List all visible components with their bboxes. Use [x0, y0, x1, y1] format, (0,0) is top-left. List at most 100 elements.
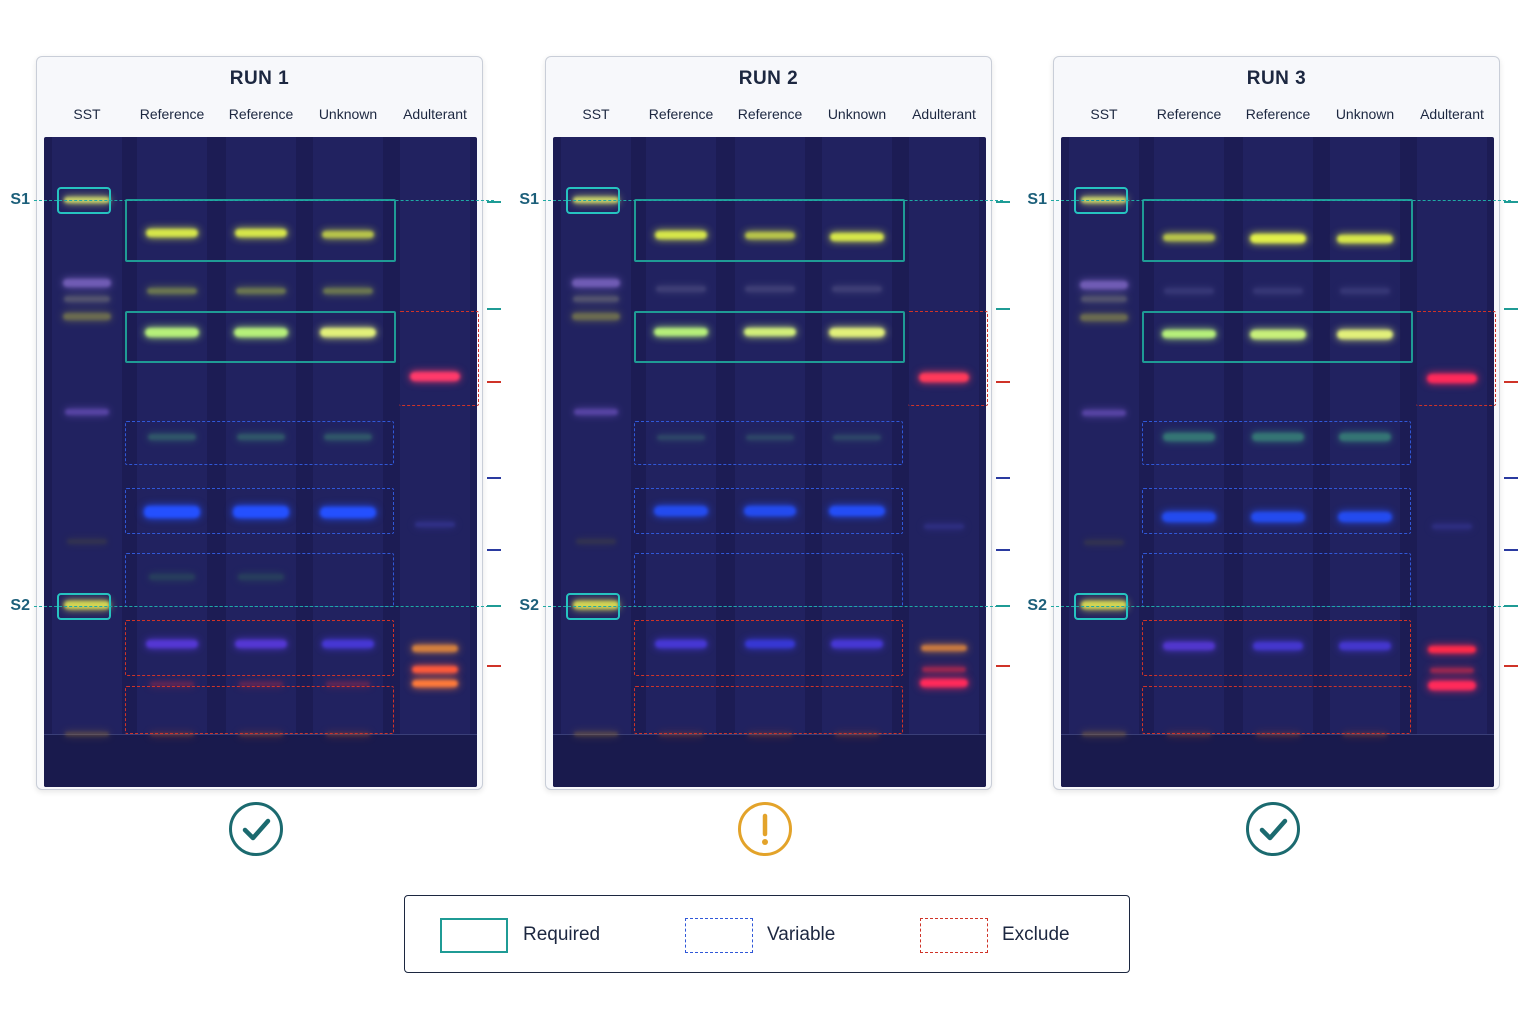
band: [1080, 281, 1128, 289]
run-title: RUN 3: [1246, 68, 1307, 89]
band: [1428, 645, 1476, 653]
exclude-frame-1: [1142, 620, 1411, 676]
band: [920, 679, 968, 687]
band: [921, 645, 967, 651]
reference-line-s2: [34, 606, 494, 607]
legend-variable-label: Variable: [767, 924, 836, 945]
band: [1082, 732, 1126, 736]
band: [573, 296, 619, 302]
variable-frame-1: [634, 421, 903, 465]
variable-frame-1: [1142, 421, 1411, 465]
lane-label-0: SST: [73, 106, 101, 122]
side-tick: [996, 381, 1010, 383]
reference-line-s1: [34, 200, 494, 201]
side-tick: [487, 308, 501, 310]
lane-label-2: Reference: [1245, 106, 1311, 122]
lane-label-3: Unknown: [318, 106, 378, 122]
required-frame-main: [125, 311, 396, 363]
lane-strip: [561, 137, 631, 735]
side-tick: [1504, 549, 1518, 551]
band: [147, 288, 197, 294]
legend: Required Variable Exclude: [404, 895, 1130, 973]
side-tick: [996, 605, 1010, 607]
lane-label-0: SST: [1090, 106, 1118, 122]
band: [1432, 523, 1472, 529]
band: [924, 523, 964, 529]
lane-label-3: Unknown: [827, 106, 887, 122]
side-tick: [487, 201, 501, 203]
side-tick: [1504, 477, 1518, 479]
band: [67, 538, 107, 544]
band: [1253, 288, 1303, 294]
exclude-frame-2: [1142, 686, 1411, 734]
side-tick: [996, 549, 1010, 551]
variable-frame-2: [1142, 488, 1411, 534]
band: [1430, 667, 1474, 673]
side-tick: [487, 549, 501, 551]
lane-strip: [1069, 137, 1139, 735]
exclude-frame-2: [125, 686, 394, 734]
run-panel: RUN 1 SST Reference Reference Unknown Adulter…: [36, 56, 483, 790]
lane-label-0: SST: [582, 106, 610, 122]
band: [415, 521, 455, 527]
band: [65, 732, 109, 736]
marker-label-s2: S2: [1027, 597, 1047, 614]
legend-variable-swatch: [685, 918, 753, 953]
side-tick: [1504, 665, 1518, 667]
band: [63, 279, 111, 287]
exclude-frame-adulterant-upper: [399, 311, 479, 406]
band: [1428, 680, 1476, 690]
marker-label-s2: S2: [519, 597, 539, 614]
band: [1340, 288, 1390, 294]
band: [572, 279, 620, 287]
side-tick: [487, 605, 501, 607]
lane-label-1: Reference: [139, 106, 205, 122]
variable-frame-3: [1142, 553, 1411, 607]
required-frame-s1: [1142, 199, 1413, 262]
variable-frame-1: [125, 421, 394, 465]
band: [1081, 296, 1127, 302]
exclude-frame-adulterant-upper: [1416, 311, 1496, 406]
band: [412, 679, 458, 687]
band: [574, 409, 618, 415]
band: [412, 644, 458, 652]
legend-exclude-swatch: [920, 918, 988, 953]
plate-baseline-area: [553, 734, 986, 787]
band: [63, 312, 111, 320]
required-frame-s1: [634, 199, 905, 262]
band: [412, 665, 458, 673]
side-tick: [996, 201, 1010, 203]
lane-label-4: Adulterant: [1420, 106, 1484, 122]
band: [236, 288, 286, 294]
run-panel: RUN 2 SST Reference Reference Unknown Adulter…: [545, 56, 992, 790]
band: [572, 312, 620, 320]
band: [576, 538, 616, 544]
marker-label-s2: S2: [10, 597, 30, 614]
side-tick: [996, 665, 1010, 667]
band: [922, 666, 966, 672]
side-tick: [1504, 308, 1518, 310]
band: [1084, 539, 1124, 545]
plate-baseline-area: [44, 734, 477, 787]
exclude-frame-adulterant-upper: [908, 311, 988, 406]
variable-frame-2: [634, 488, 903, 534]
lane-strip: [52, 137, 122, 735]
band: [745, 286, 795, 292]
lane-label-3: Unknown: [1335, 106, 1395, 122]
band: [1082, 410, 1126, 416]
exclamation-circle-icon: [738, 802, 792, 856]
reference-line-s2: [543, 606, 1003, 607]
legend-required-swatch: [440, 918, 508, 953]
lane-label-4: Adulterant: [403, 106, 467, 122]
band: [832, 286, 882, 292]
run-title: RUN 2: [738, 68, 799, 89]
side-tick: [1504, 201, 1518, 203]
marker-label-s1: S1: [519, 191, 539, 208]
side-tick: [996, 308, 1010, 310]
lane-label-2: Reference: [737, 106, 803, 122]
check-circle-icon: [1246, 802, 1300, 856]
marker-label-s1: S1: [1027, 191, 1047, 208]
required-frame-main: [634, 311, 905, 363]
lane-label-4: Adulterant: [912, 106, 976, 122]
band: [1080, 313, 1128, 321]
